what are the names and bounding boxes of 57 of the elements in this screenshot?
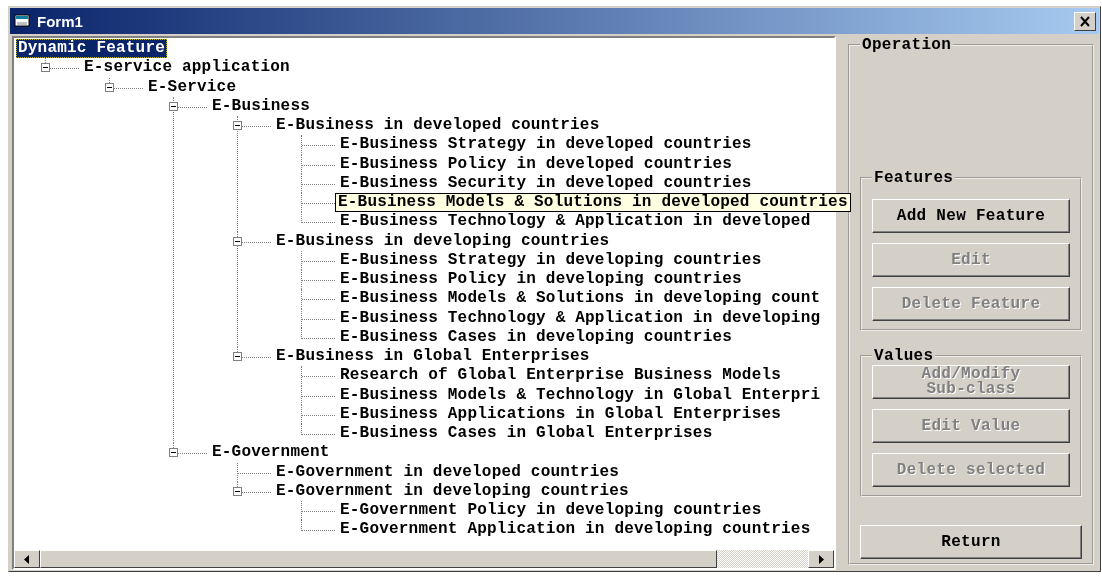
tree-line <box>301 250 335 270</box>
tree-item[interactable]: E-Business in developed countries <box>274 116 602 136</box>
tree-item[interactable]: E-Business Policy in developing countries <box>338 270 744 290</box>
tree-item[interactable]: E-Business Technology & Application in developed <box>338 212 813 232</box>
window-title: Form1 <box>37 12 84 30</box>
tree-item[interactable]: E-Business Strategy in developed countries <box>338 135 754 155</box>
tree-item[interactable]: Dynamic Feature <box>16 39 168 59</box>
tree-line <box>301 154 335 174</box>
close-icon <box>1079 15 1091 27</box>
scroll-right-button[interactable] <box>808 550 834 568</box>
tree-item[interactable]: E-Business Security in developed countries <box>338 173 754 193</box>
group-title: Features <box>873 169 955 187</box>
collapse-icon[interactable] <box>169 448 178 458</box>
window-icon <box>14 13 32 29</box>
tree-item[interactable]: E-Business Cases in Global Enterprises <box>338 424 715 444</box>
collapse-icon[interactable] <box>41 63 50 73</box>
tree-item[interactable]: E-Business Models & Solutions in developing count <box>338 289 823 309</box>
tree-item[interactable]: E-Government in developed countries <box>274 462 622 482</box>
collapse-icon[interactable] <box>169 101 178 111</box>
collapse-icon[interactable] <box>233 121 242 130</box>
tree-item[interactable]: Research of Global Enterprise Business Models <box>338 366 784 386</box>
tree-line <box>301 366 335 386</box>
right-arrow-icon <box>818 554 824 564</box>
tree-item[interactable]: E-Business Policy in developed countries <box>338 154 735 174</box>
collapse-icon[interactable] <box>233 486 242 496</box>
return-button[interactable]: Return <box>860 525 1082 559</box>
tree-line <box>301 173 335 193</box>
tree-item[interactable]: E-Business Models & Technology in Global Enterpri <box>338 385 823 405</box>
group-title: Values <box>873 347 935 365</box>
close-button[interactable] <box>1074 11 1096 31</box>
tooltip: E-Business Models & Solutions in developed countries <box>335 193 851 213</box>
feature-button[interactable]: Add New Feature <box>872 199 1070 233</box>
tree-item[interactable]: E-Government Application in developing countries <box>338 520 813 540</box>
tree-item[interactable]: E-Business Technology & Application in developing <box>338 308 823 328</box>
tree-line <box>301 289 335 309</box>
collapse-icon[interactable] <box>105 82 114 92</box>
group-title: Operation <box>861 36 953 54</box>
tree-item[interactable]: E-Government Policy in developing countries <box>338 501 764 521</box>
tree-item[interactable]: E-Service <box>146 77 239 97</box>
tree-item[interactable]: E-Government <box>210 443 332 463</box>
collapse-icon[interactable] <box>233 352 242 361</box>
scroll-left-button[interactable] <box>14 550 40 568</box>
tree-item[interactable]: E-Business <box>210 96 312 116</box>
tree-item[interactable]: E-Business in developing countries <box>274 231 612 251</box>
tree-item[interactable]: E-Government in developing countries <box>274 481 631 501</box>
tree-line <box>301 135 335 155</box>
tree-line <box>301 270 335 290</box>
tree-item[interactable]: E-Business in Global Enterprises <box>274 347 592 367</box>
tree-item[interactable]: E-service application <box>82 58 292 78</box>
horizontal-scrollbar[interactable] <box>14 550 834 568</box>
tree-item[interactable]: E-Business Cases in developing countries <box>338 327 735 347</box>
tree-line <box>301 385 335 405</box>
collapse-icon[interactable] <box>233 236 242 246</box>
tree-item[interactable]: E-Business Applications in Global Enterprises <box>338 404 784 424</box>
tree-item[interactable]: E-Business Strategy in developing countries <box>338 250 764 270</box>
scrollbar-thumb[interactable] <box>40 550 717 568</box>
left-arrow-icon <box>24 554 30 564</box>
